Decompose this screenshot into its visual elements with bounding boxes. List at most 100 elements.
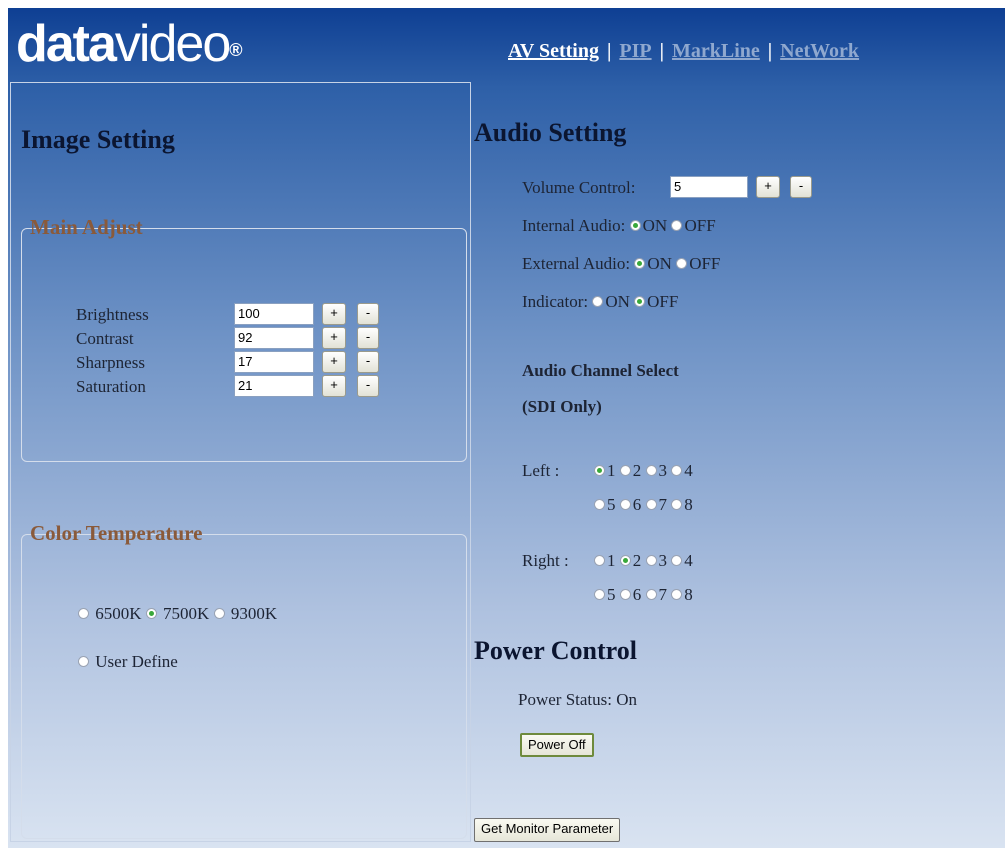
indicator-row: Indicator: ON OFF [522,292,678,312]
nav-separator: | [659,40,664,62]
contrast-plus-button[interactable]: + [322,327,346,349]
label-6500k: 6500K [95,604,142,623]
left-ch8-label: 8 [684,495,693,514]
image-setting-title: Image Setting [21,125,175,154]
header: datavideo® AV Setting | PIP | MarkLine | NetWo… [8,8,1005,80]
right-channel-row2: 5 6 7 8 [594,585,693,605]
main-adjust-legend: Main Adjust [30,215,143,239]
nav-markline[interactable]: MarkLine [672,40,760,62]
left-channel-label: Left : [522,461,560,480]
right-ch8-radio[interactable] [671,588,683,600]
brightness-minus-button[interactable]: - [357,303,379,325]
radio-9300k[interactable] [213,607,225,619]
right-ch3-radio[interactable] [645,554,657,566]
radio-user-define[interactable] [78,655,89,667]
contrast-input[interactable]: 92 [234,327,314,349]
volume-minus-button[interactable]: - [790,176,812,198]
left-ch2-label: 2 [632,461,642,480]
right-ch4-label: 4 [684,551,693,570]
external-audio-off-radio[interactable] [676,257,688,269]
left-ch2-radio[interactable] [619,464,631,476]
external-audio-off-label: OFF [689,254,721,273]
color-temperature-group: Color Temperature 6500K 7500K 9300K User… [21,521,467,839]
nav-av-setting[interactable]: AV Setting [508,40,599,62]
external-audio-on-label: ON [647,254,672,273]
sharpness-minus-button[interactable]: - [357,351,379,373]
indicator-on-radio[interactable] [592,295,604,307]
indicator-off-radio[interactable] [634,295,646,307]
nav-separator: | [606,40,612,62]
nav-pip[interactable]: PIP [619,40,651,62]
saturation-label: Saturation [76,377,146,396]
image-setting-panel: Image Setting Main Adjust Brightness 100… [10,82,471,842]
main-adjust-group: Main Adjust Brightness 100 + - Contrast … [21,215,467,462]
left-ch1-label: 1 [607,461,616,480]
logo-text-part1: data [16,15,117,73]
sharpness-input[interactable]: 17 [234,351,314,373]
internal-audio-off-label: OFF [684,216,716,235]
external-audio-row: External Audio: ON OFF [522,254,720,274]
left-channel-row1: 1 2 3 4 [594,461,693,481]
right-ch5-radio[interactable] [594,588,605,600]
power-status-row: Power Status: On [518,690,637,710]
internal-audio-off-radio[interactable] [671,219,683,231]
get-monitor-parameter-button[interactable]: Get Monitor Parameter [474,818,621,842]
external-audio-label: External Audio: [522,254,631,273]
radio-6500k[interactable] [78,607,89,619]
user-define-option: User Define [78,652,178,672]
saturation-plus-button[interactable]: + [322,375,346,397]
contrast-minus-button[interactable]: - [357,327,379,349]
left-ch4-radio[interactable] [671,464,683,476]
right-ch1-radio[interactable] [594,554,605,566]
left-ch5-radio[interactable] [594,498,605,510]
left-ch8-radio[interactable] [671,498,683,510]
left-ch3-label: 3 [658,461,668,480]
right-ch2-label: 2 [632,551,642,570]
volume-control-input[interactable]: 5 [670,176,748,198]
indicator-on-label: ON [605,292,630,311]
right-channel-label: Right : [522,551,569,570]
page-frame: datavideo® AV Setting | PIP | MarkLine | NetWo… [8,8,1005,848]
audio-channel-title: Audio Channel Select [522,361,679,380]
label-9300k: 9300K [230,604,278,623]
right-ch4-radio[interactable] [671,554,683,566]
internal-audio-on-label: ON [642,216,668,235]
left-ch6-radio[interactable] [619,498,631,510]
label-7500k: 7500K [163,604,210,623]
radio-7500k[interactable] [145,607,157,619]
power-status-value: On [616,690,638,709]
left-channel-row2: 5 6 7 8 [594,495,693,515]
left-ch5-label: 5 [607,495,616,514]
label-user-define: User Define [95,652,178,671]
datavideo-logo: datavideo® [16,15,243,73]
left-ch6-label: 6 [632,495,642,514]
volume-control-label: Volume Control: [522,178,636,197]
left-ch4-label: 4 [684,461,693,480]
left-ch7-radio[interactable] [645,498,657,510]
saturation-minus-button[interactable]: - [357,375,379,397]
left-ch1-radio[interactable] [594,464,605,476]
internal-audio-on-radio[interactable] [629,219,641,231]
right-ch3-label: 3 [658,551,668,570]
registered-mark: ® [229,40,242,60]
external-audio-on-radio[interactable] [634,257,646,269]
audio-power-panel: Audio Setting Volume Control: 5 + - Inte… [474,82,1005,842]
power-off-button[interactable]: Power Off [520,733,594,757]
right-ch6-radio[interactable] [619,588,631,600]
brightness-plus-button[interactable]: + [322,303,346,325]
nav-separator: | [767,40,773,62]
right-ch2-radio[interactable] [619,554,631,566]
saturation-input[interactable]: 21 [234,375,314,397]
internal-audio-label: Internal Audio: [522,216,626,235]
internal-audio-row: Internal Audio: ON OFF [522,216,716,236]
nav-network[interactable]: NetWork [780,40,859,62]
color-temperature-legend: Color Temperature [30,521,203,545]
logo-text-part2: video [114,15,231,73]
volume-plus-button[interactable]: + [756,176,780,198]
indicator-label: Indicator: [522,292,589,311]
left-ch3-radio[interactable] [645,464,657,476]
brightness-input[interactable]: 100 [234,303,314,325]
sharpness-plus-button[interactable]: + [322,351,346,373]
left-ch7-label: 7 [658,495,668,514]
right-ch7-radio[interactable] [645,588,657,600]
